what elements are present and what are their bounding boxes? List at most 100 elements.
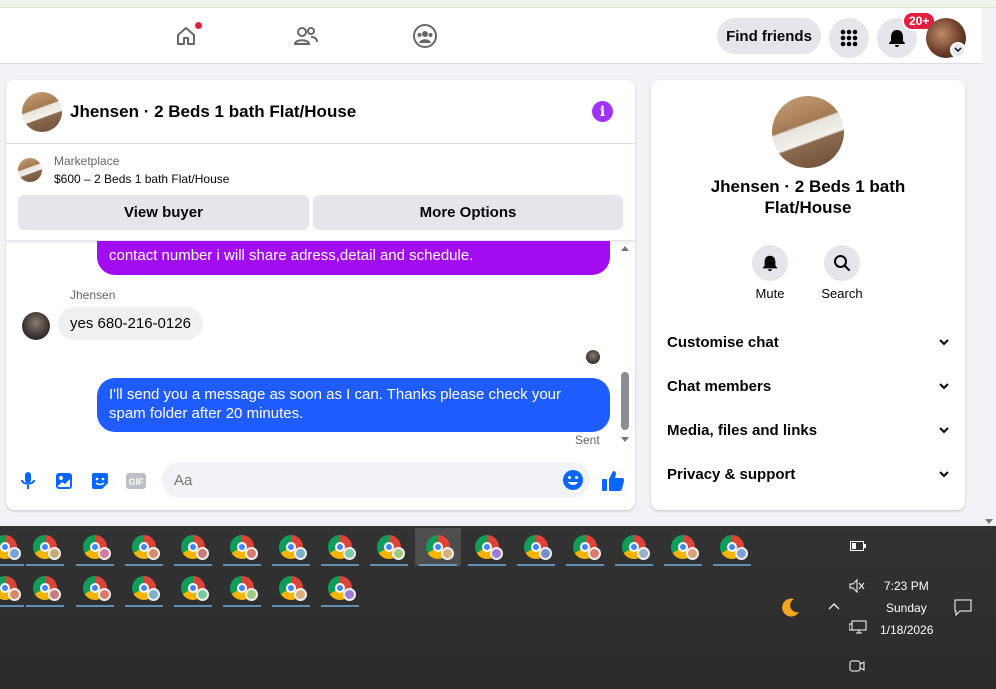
view-buyer-button[interactable]: View buyer xyxy=(18,195,309,230)
emoji-icon[interactable] xyxy=(562,469,584,491)
chrome-taskbar-icon[interactable] xyxy=(366,528,412,566)
chat-scrollbar[interactable] xyxy=(618,241,632,453)
chrome-taskbar-icon[interactable] xyxy=(219,569,265,607)
chrome-taskbar-icon[interactable] xyxy=(121,569,167,607)
profile-badge-icon xyxy=(98,588,111,601)
scroll-up-arrow xyxy=(621,246,629,251)
chat-header: Jhensen · 2 Beds 1 bath Flat/House i xyxy=(6,80,635,144)
message-composer: GIF xyxy=(6,460,635,502)
listing-price[interactable]: $600 – 2 Beds 1 bath Flat/House xyxy=(54,172,229,186)
running-indicator xyxy=(517,564,555,566)
chrome-taskbar-icon[interactable] xyxy=(170,528,216,566)
chrome-taskbar-icon[interactable] xyxy=(72,528,118,566)
profile-badge-icon xyxy=(147,547,160,560)
more-options-button[interactable]: More Options xyxy=(313,195,623,230)
search-label: Search xyxy=(821,286,863,301)
chrome-taskbar-icon[interactable] xyxy=(22,569,68,607)
profile-badge-icon xyxy=(8,547,21,560)
search-icon[interactable] xyxy=(824,245,860,281)
find-friends-button[interactable]: Find friends xyxy=(717,18,821,54)
section-media-files-links[interactable]: Media, files and links xyxy=(667,408,949,452)
thumbs-up-icon[interactable] xyxy=(600,468,626,494)
clock-day[interactable]: Sunday xyxy=(886,601,927,615)
chevron-up-icon[interactable] xyxy=(826,600,842,612)
sent-message-bubble-latest[interactable]: I'll send you a message as soon as I can… xyxy=(97,378,610,432)
battery-icon[interactable] xyxy=(850,540,866,552)
profile-badge-icon xyxy=(343,588,356,601)
clock-date[interactable]: 1/18/2026 xyxy=(880,623,933,637)
chrome-taskbar-icon[interactable] xyxy=(464,528,510,566)
chrome-taskbar-icon[interactable] xyxy=(562,528,608,566)
running-indicator xyxy=(272,564,310,566)
microphone-icon[interactable] xyxy=(17,470,39,492)
profile-badge-icon xyxy=(343,547,356,560)
chrome-taskbar-icon[interactable] xyxy=(170,569,216,607)
running-indicator xyxy=(615,564,653,566)
listing-large-thumbnail[interactable] xyxy=(772,96,844,168)
running-indicator xyxy=(468,564,506,566)
running-indicator xyxy=(370,564,408,566)
running-indicator xyxy=(125,605,163,607)
chrome-taskbar-icon[interactable] xyxy=(660,528,706,566)
chrome-taskbar-icon[interactable] xyxy=(709,528,755,566)
profile-badge-icon xyxy=(441,547,454,560)
sent-message-bubble[interactable]: contact number i will share adress,detai… xyxy=(97,241,610,275)
top-navbar: Find friends 20+ xyxy=(0,8,982,64)
profile-badge-icon xyxy=(686,547,699,560)
photo-icon[interactable] xyxy=(53,470,75,492)
chevron-down-icon xyxy=(939,381,949,391)
profile-badge-icon xyxy=(48,588,61,601)
profile-badge-icon xyxy=(539,547,552,560)
info-icon[interactable]: i xyxy=(592,101,613,122)
section-chat-members[interactable]: Chat members xyxy=(667,364,949,408)
section-privacy-support[interactable]: Privacy & support xyxy=(667,452,949,496)
speaker-muted-icon[interactable] xyxy=(849,578,865,594)
chrome-taskbar-icon[interactable] xyxy=(317,528,363,566)
chrome-taskbar-icon[interactable] xyxy=(317,569,363,607)
marketplace-listing-block: Marketplace $600 – 2 Beds 1 bath Flat/Ho… xyxy=(6,144,635,241)
running-indicator xyxy=(76,605,114,607)
running-indicator xyxy=(566,564,604,566)
running-indicator xyxy=(174,605,212,607)
chrome-taskbar-icon[interactable] xyxy=(415,528,461,566)
chrome-taskbar-icon[interactable] xyxy=(268,569,314,607)
sticker-icon[interactable] xyxy=(89,470,111,492)
marketplace-label: Marketplace xyxy=(54,154,120,168)
chat-title[interactable]: Jhensen · 2 Beds 1 bath Flat/House xyxy=(70,102,356,122)
running-indicator xyxy=(125,564,163,566)
moon-icon[interactable] xyxy=(778,596,802,620)
section-customise-chat[interactable]: Customise chat xyxy=(667,320,949,364)
info-panel-title: Jhensen · 2 Beds 1 bath Flat/House xyxy=(710,177,906,217)
listing-thumbnail[interactable] xyxy=(22,92,62,132)
chrome-taskbar-icon[interactable] xyxy=(121,528,167,566)
gif-icon[interactable]: GIF xyxy=(125,470,147,492)
message-list: contact number i will share adress,detai… xyxy=(6,241,635,453)
running-indicator xyxy=(664,564,702,566)
chrome-taskbar-icon[interactable] xyxy=(268,528,314,566)
groups-icon[interactable] xyxy=(411,22,439,50)
profile-badge-icon xyxy=(98,547,111,560)
notification-center-icon[interactable] xyxy=(954,598,972,616)
chevron-down-icon[interactable] xyxy=(950,42,966,58)
menu-grid-icon[interactable] xyxy=(829,18,869,58)
meet-now-icon[interactable] xyxy=(849,658,865,674)
chrome-taskbar-icon[interactable] xyxy=(22,528,68,566)
chrome-taskbar-icon[interactable] xyxy=(72,569,118,607)
chrome-taskbar-icon[interactable] xyxy=(219,528,265,566)
running-indicator xyxy=(0,605,24,607)
chevron-down-icon xyxy=(939,425,949,435)
received-message-bubble[interactable]: yes 680-216-0126 xyxy=(58,307,203,340)
page-scrollbar[interactable] xyxy=(982,8,996,526)
chat-panel: Jhensen · 2 Beds 1 bath Flat/House i Mar… xyxy=(6,80,635,510)
clock-time[interactable]: 7:23 PM xyxy=(884,579,929,593)
mute-bell-icon[interactable] xyxy=(752,245,788,281)
friend-avatar[interactable] xyxy=(22,312,50,340)
chrome-taskbar-icon[interactable] xyxy=(513,528,559,566)
network-icon[interactable] xyxy=(849,619,867,635)
friends-icon[interactable] xyxy=(292,22,320,50)
message-input[interactable] xyxy=(162,462,590,498)
profile-badge-icon xyxy=(392,547,405,560)
listing-small-thumbnail[interactable] xyxy=(18,158,42,182)
message-text: contact number i will share adress,detai… xyxy=(109,247,474,264)
chrome-taskbar-icon[interactable] xyxy=(611,528,657,566)
